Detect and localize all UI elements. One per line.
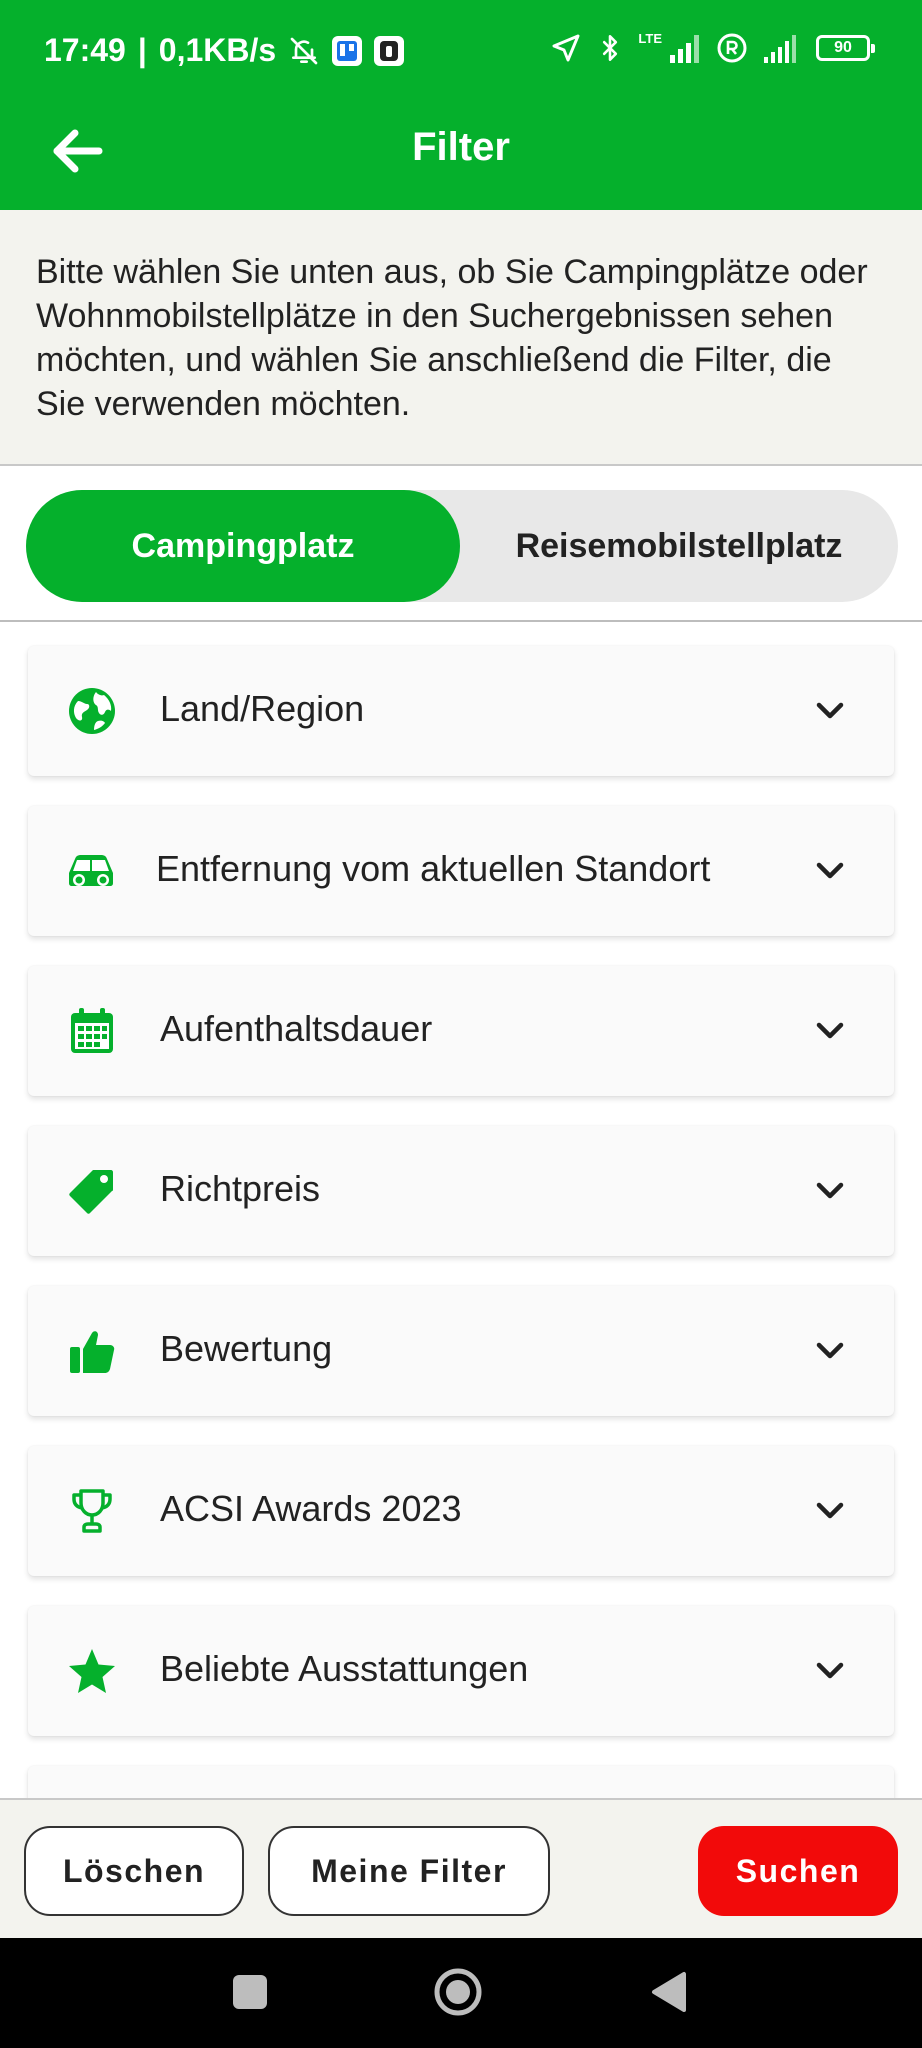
signal-icon: [762, 33, 802, 63]
type-toggle-section: Campingplatz Reisemobilstellplatz: [0, 466, 922, 622]
registered-icon: [716, 32, 748, 64]
calendar-icon: [66, 1005, 118, 1057]
circle-icon: [433, 1967, 483, 2022]
toggle-campingplatz[interactable]: Campingplatz: [26, 490, 460, 602]
filter-label: ACSI Awards 2023: [160, 1488, 462, 1529]
thumbs-up-icon: [66, 1325, 118, 1377]
chevron-down-icon: [810, 1171, 850, 1211]
status-separator: |: [137, 32, 147, 68]
lte-label: LTE: [638, 31, 662, 46]
filter-label: Beliebte Ausstattungen: [160, 1648, 529, 1689]
status-bar-left: 17:49 | 0,1KB/s: [44, 32, 405, 69]
status-bar-right: LTE 90: [550, 31, 875, 64]
price-tag-icon: [66, 1165, 118, 1217]
chevron-down-icon: [810, 851, 850, 891]
filter-label: Land/Region: [160, 688, 365, 729]
system-nav-bar: [0, 1938, 922, 2048]
my-filters-button[interactable]: Meine Filter: [268, 1826, 550, 1916]
battery-level: 90: [834, 39, 852, 56]
back-nav-button[interactable]: [640, 1966, 696, 2022]
chevron-down-icon: [810, 1491, 850, 1531]
location-icon: [550, 32, 582, 64]
bottom-action-bar: Löschen Meine Filter Suchen: [0, 1798, 922, 1938]
status-network-speed: 0,1KB/s: [158, 32, 277, 68]
filter-item-land-region[interactable]: Land/Region: [28, 646, 894, 776]
trophy-icon: [66, 1485, 118, 1537]
app-bar: Filter: [0, 105, 922, 210]
muted-bell-icon: [288, 35, 320, 67]
chevron-down-icon: [810, 1011, 850, 1051]
intro-text: Bitte wählen Sie unten aus, ob Sie Campi…: [36, 253, 868, 423]
search-button[interactable]: Suchen: [698, 1826, 898, 1916]
filter-label: Entfernung vom aktuellen Standort: [156, 848, 711, 889]
status-bar: 17:49 | 0,1KB/s LTE 90: [0, 0, 922, 105]
chevron-down-icon: [810, 1331, 850, 1371]
filter-label: Bewertung: [160, 1328, 333, 1369]
filter-item-length-of-stay[interactable]: Aufenthaltsdauer: [28, 966, 894, 1096]
star-icon: [66, 1645, 118, 1697]
triangle-back-icon: [648, 1970, 688, 2019]
page-title: Filter: [412, 125, 510, 169]
filter-item-distance[interactable]: Entfernung vom aktuellen Standort: [28, 806, 894, 936]
chevron-down-icon: [810, 691, 850, 731]
filter-item-partial[interactable]: [28, 1766, 894, 1798]
battery-icon: 90: [816, 35, 875, 61]
status-time: 17:49: [44, 32, 126, 68]
filter-item-price[interactable]: Richtpreis: [28, 1126, 894, 1256]
filter-label: Aufenthaltsdauer: [160, 1008, 433, 1049]
home-button[interactable]: [430, 1966, 486, 2022]
car-icon: [62, 845, 120, 897]
recent-apps-button[interactable]: [222, 1966, 278, 2022]
filter-item-rating[interactable]: Bewertung: [28, 1286, 894, 1416]
clear-button[interactable]: Löschen: [24, 1826, 244, 1916]
chevron-down-icon: [810, 1651, 850, 1691]
filter-list: Land/Region Entfernung vom aktuellen Sta…: [0, 622, 922, 1798]
signal-icon: [668, 33, 702, 63]
filter-item-popular-facilities[interactable]: Beliebte Ausstattungen: [28, 1606, 894, 1736]
filter-item-acsi-awards[interactable]: ACSI Awards 2023: [28, 1446, 894, 1576]
toggle-reisemobilstellplatz[interactable]: Reisemobilstellplatz: [460, 490, 898, 602]
app-icon: [374, 35, 405, 66]
type-toggle: Campingplatz Reisemobilstellplatz: [26, 490, 898, 602]
intro-section: Bitte wählen Sie unten aus, ob Sie Campi…: [0, 210, 922, 466]
bluetooth-icon: [596, 32, 624, 64]
globe-icon: [66, 685, 118, 737]
trello-icon: [332, 35, 363, 66]
square-icon: [231, 1973, 269, 2016]
filter-label: Richtpreis: [160, 1168, 321, 1209]
